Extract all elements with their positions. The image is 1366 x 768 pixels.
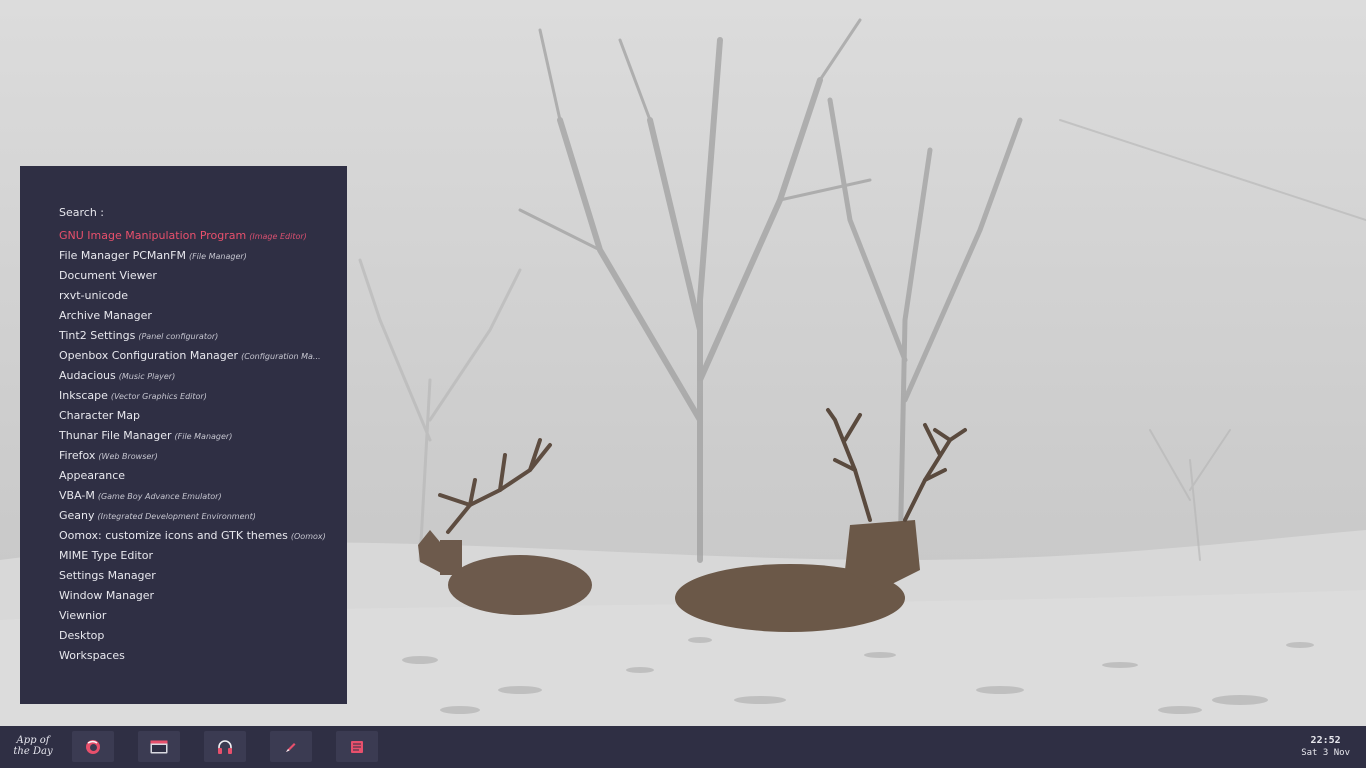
menu-entry-comment: (File Manager) <box>188 252 247 261</box>
app-of-the-day-logo[interactable]: App of the Day <box>13 735 53 761</box>
search-input[interactable] <box>102 204 312 220</box>
menu-entry[interactable]: VBA-M (Game Boy Advance Emulator) <box>59 486 329 506</box>
menu-entry[interactable]: Viewnior <box>59 606 329 626</box>
menu-entry-name: VBA-M <box>59 489 95 502</box>
menu-entry-comment: (Image Editor) <box>249 232 307 241</box>
menu-entry-name: Workspaces <box>59 649 125 662</box>
menu-entry[interactable]: Desktop <box>59 626 329 646</box>
launcher-button-file-manager[interactable] <box>138 731 180 762</box>
application-list: GNU Image Manipulation Program (Image Edi… <box>59 226 329 666</box>
menu-entry[interactable]: Character Map <box>59 406 329 426</box>
menu-entry-name: File Manager PCManFM <box>59 249 186 262</box>
logo-line-1: App of <box>16 735 50 746</box>
menu-entry[interactable]: Window Manager <box>59 586 329 606</box>
menu-entry[interactable]: Document Viewer <box>59 266 329 286</box>
menu-entry-name: Appearance <box>59 469 126 482</box>
clock[interactable]: 22:52 Sat 3 Nov <box>1301 734 1350 760</box>
menu-entry[interactable]: Thunar File Manager (File Manager) <box>59 426 329 446</box>
firefox-icon <box>86 739 100 754</box>
menu-entry-name: Window Manager <box>59 589 155 602</box>
menu-entry-name: Archive Manager <box>59 309 152 322</box>
menu-entry-comment: (Vector Graphics Editor) <box>110 392 207 401</box>
menu-entry[interactable]: Openbox Configuration Manager (Configurat… <box>59 346 329 366</box>
menu-entry-name: Document Viewer <box>59 269 157 282</box>
menu-entry-name: rxvt-unicode <box>59 289 129 302</box>
menu-entry-name: MIME Type Editor <box>59 549 153 562</box>
menu-entry-name: Firefox <box>59 449 96 462</box>
menu-entry[interactable]: MIME Type Editor <box>59 546 329 566</box>
menu-entry[interactable]: Firefox (Web Browser) <box>59 446 329 466</box>
menu-entry[interactable]: Audacious (Music Player) <box>59 366 329 386</box>
menu-entry[interactable]: Workspaces <box>59 646 329 666</box>
launcher-button-graphics[interactable] <box>270 731 312 762</box>
menu-entry[interactable]: Archive Manager <box>59 306 329 326</box>
menu-entry-name: Openbox Configuration Manager <box>59 349 239 362</box>
pen-icon <box>286 742 296 752</box>
menu-entry-name: Inkscape <box>59 389 108 402</box>
menu-entry[interactable]: File Manager PCManFM (File Manager) <box>59 246 329 266</box>
launcher-button-audio[interactable] <box>204 731 246 762</box>
launcher-button-firefox[interactable] <box>72 731 114 762</box>
menu-entry[interactable]: Appearance <box>59 466 329 486</box>
menu-entry[interactable]: Settings Manager <box>59 566 329 586</box>
menu-entry[interactable]: Inkscape (Vector Graphics Editor) <box>59 386 329 406</box>
menu-entry-comment: (Configuration Ma... <box>241 352 321 361</box>
logo-line-2: the Day <box>13 746 53 757</box>
application-launcher-menu: Search : GNU Image Manipulation Program(… <box>20 166 347 704</box>
launcher-button-text-editor[interactable] <box>336 731 378 762</box>
menu-entry-comment: (Panel configurator) <box>138 332 219 341</box>
menu-entry[interactable]: Oomox: customize icons and GTK themes (Oo… <box>59 526 329 546</box>
menu-entry-name: Audacious <box>59 369 116 382</box>
headphones-icon <box>218 739 232 754</box>
menu-entry-comment: (Oomox) <box>290 532 326 541</box>
menu-entry-comment: (Music Player) <box>118 372 176 381</box>
search-label: Search : <box>59 206 104 219</box>
menu-entry-name: Tint2 Settings <box>59 329 136 342</box>
menu-entry-name: Oomox: customize icons and GTK themes <box>59 529 288 542</box>
taskbar: App of the Day 22:52 Sat 3 Nov <box>0 726 1366 768</box>
menu-entry-name: GNU Image Manipulation Program <box>59 229 247 242</box>
clock-time: 22:52 <box>1310 735 1341 746</box>
menu-entry-name: Viewnior <box>59 609 107 622</box>
clock-date: Sat 3 Nov <box>1301 748 1350 758</box>
menu-entry-name: Geany <box>59 509 95 522</box>
menu-entry-comment: (Web Browser) <box>98 452 158 461</box>
menu-entry[interactable]: rxvt-unicode <box>59 286 329 306</box>
menu-entry-name: Thunar File Manager <box>59 429 172 442</box>
file-manager-icon <box>150 740 168 753</box>
menu-entry-name: Desktop <box>59 629 105 642</box>
menu-entry-comment: (File Manager) <box>174 432 233 441</box>
menu-entry-comment: (Game Boy Advance Emulator) <box>97 492 222 501</box>
menu-entry-name: Character Map <box>59 409 141 422</box>
menu-entry[interactable]: GNU Image Manipulation Program (Image Edi… <box>59 226 329 246</box>
menu-entry-comment: (Integrated Development Environment) <box>97 512 256 521</box>
menu-entry-name: Settings Manager <box>59 569 156 582</box>
text-editor-icon <box>351 740 363 753</box>
menu-entry[interactable]: Tint2 Settings (Panel configurator) <box>59 326 329 346</box>
menu-entry[interactable]: Geany (Integrated Development Environment… <box>59 506 329 526</box>
